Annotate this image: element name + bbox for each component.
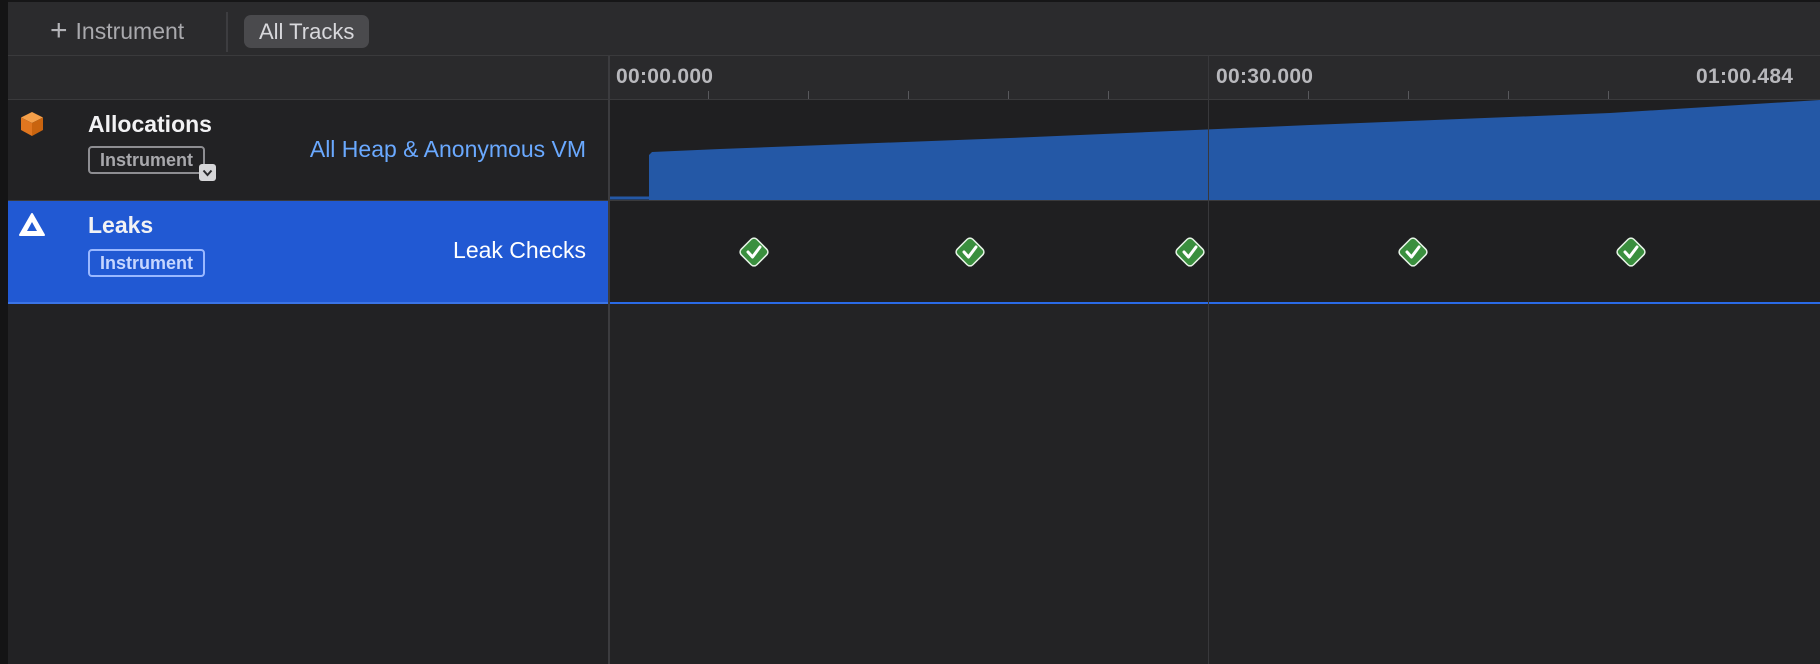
add-instrument-label: Instrument bbox=[75, 17, 185, 44]
leak-check-pass-icon[interactable] bbox=[1396, 235, 1430, 269]
leak-check-pass-icon[interactable] bbox=[953, 235, 987, 269]
all-tracks-filter-button[interactable]: All Tracks bbox=[244, 15, 370, 48]
add-instrument-button[interactable]: + Instrument bbox=[50, 16, 184, 46]
empty-track-area[interactable] bbox=[8, 304, 1820, 664]
track-allocations-header[interactable]: Allocations Instrument All Heap & Anonym… bbox=[8, 100, 608, 200]
track-toolbar: + Instrument All Tracks bbox=[0, 0, 1820, 56]
timeline-ruler[interactable]: 00:00.000 00:30.000 01:00.484 bbox=[0, 56, 1820, 100]
ruler-label-mid: 00:30.000 bbox=[1216, 65, 1314, 88]
cube-icon bbox=[21, 112, 43, 136]
leak-check-pass-icon[interactable] bbox=[1173, 235, 1207, 269]
plus-icon: + bbox=[50, 14, 68, 47]
ruler-label-start: 00:00.000 bbox=[616, 65, 714, 88]
track-detail-allocations[interactable]: All Heap & Anonymous VM bbox=[310, 136, 586, 163]
chevron-down-icon[interactable] bbox=[199, 164, 216, 181]
track-detail-leaks[interactable]: Leak Checks bbox=[453, 237, 586, 264]
ruler-tick bbox=[1108, 91, 1109, 99]
ruler-tick bbox=[708, 91, 709, 99]
allocations-area-chart bbox=[610, 100, 1820, 200]
track-name-allocations: Allocations bbox=[88, 111, 212, 137]
window-edge bbox=[0, 0, 8, 664]
ruler-tick bbox=[1308, 91, 1309, 99]
ruler-tick bbox=[1608, 91, 1609, 99]
leak-check-pass-icon[interactable] bbox=[1614, 235, 1648, 269]
empty-timeline-area[interactable] bbox=[610, 304, 1820, 664]
ruler-tick bbox=[1508, 91, 1509, 99]
ruler-tick bbox=[1008, 91, 1009, 99]
track-allocations[interactable]: Allocations Instrument All Heap & Anonym… bbox=[8, 100, 1820, 201]
instrument-badge[interactable]: Instrument bbox=[88, 249, 206, 277]
allocations-graph[interactable] bbox=[610, 100, 1820, 200]
timeline-gridline bbox=[1208, 56, 1209, 664]
instruments-window: + Instrument All Tracks 00:00.000 00:30.… bbox=[0, 0, 1820, 664]
toolbar-divider bbox=[226, 12, 228, 52]
instrument-badge[interactable]: Instrument bbox=[88, 146, 206, 174]
warning-triangle-icon bbox=[19, 213, 45, 236]
track-header-separator[interactable] bbox=[608, 56, 610, 664]
leaks-graph[interactable] bbox=[610, 201, 1820, 304]
ruler-tick bbox=[808, 91, 809, 99]
track-leaks-header[interactable]: Leaks Instrument Leak Checks bbox=[8, 201, 608, 304]
ruler-tick bbox=[908, 91, 909, 99]
ruler-label-end: 01:00.484 bbox=[1696, 65, 1794, 88]
ruler-tick bbox=[1408, 91, 1409, 99]
track-leaks[interactable]: Leaks Instrument Leak Checks bbox=[8, 201, 1820, 304]
track-name-leaks: Leaks bbox=[88, 212, 154, 238]
leak-check-pass-icon[interactable] bbox=[737, 235, 771, 269]
